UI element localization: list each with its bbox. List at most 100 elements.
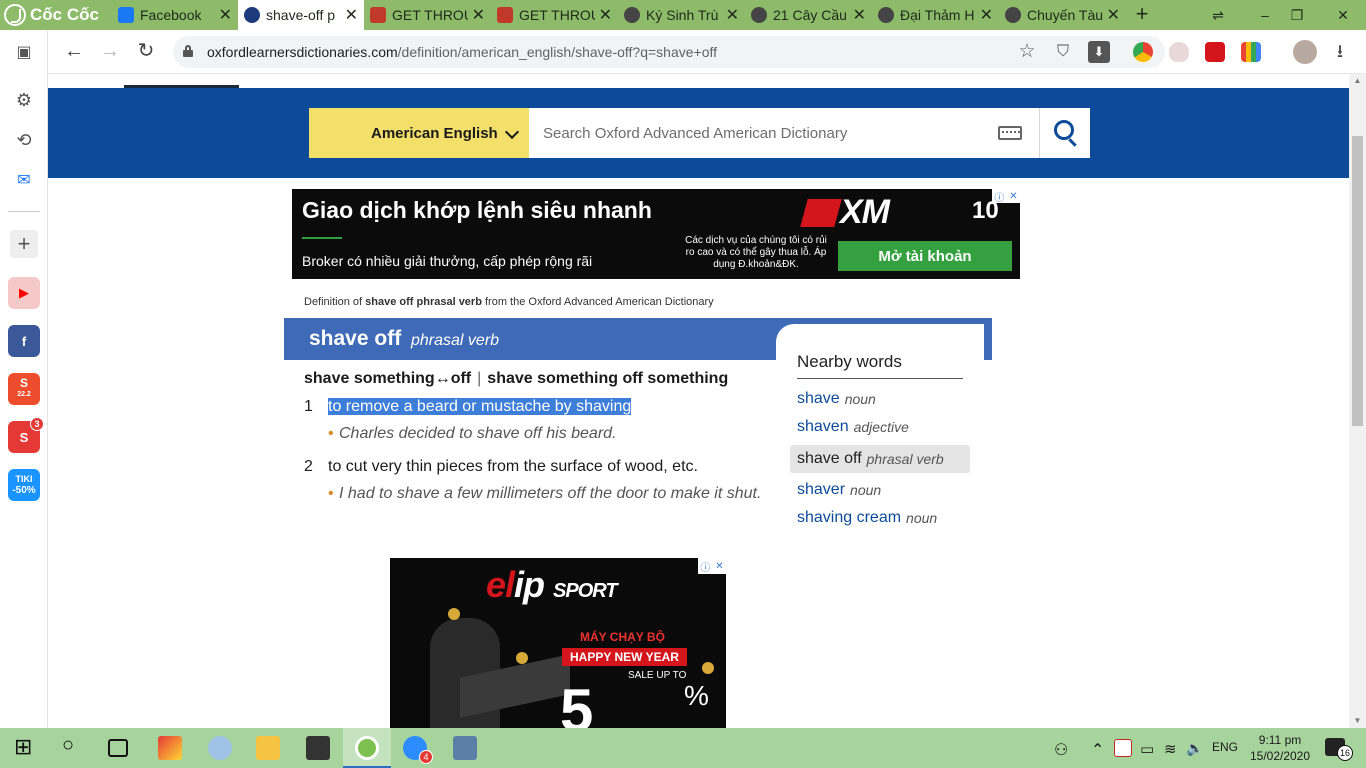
close-icon[interactable]: ✕ [219,5,232,25]
nearby-word-current[interactable]: shave off phrasal verb [790,445,970,473]
reload-button[interactable]: ↻ [134,40,158,64]
paint-icon[interactable] [208,736,232,760]
add-icon[interactable]: + [10,230,38,258]
restore-button[interactable]: ❐ [1282,4,1312,26]
tab-facebook[interactable]: Facebook ✕ [112,0,238,30]
avatar[interactable] [1293,40,1317,64]
scroll-down-icon[interactable]: ▼ [1349,714,1366,728]
facebook-app-icon[interactable]: f [8,325,40,357]
back-button[interactable]: ← [62,40,86,64]
close-icon[interactable]: ✕ [345,5,358,25]
people-icon[interactable]: ⚇ [1054,740,1068,760]
language-indicator[interactable]: ENG [1212,740,1238,754]
scroll-thumb[interactable] [1352,136,1363,426]
close-icon[interactable]: ✕ [853,5,866,25]
search-button[interactable] [1039,108,1090,158]
headword: shave off [309,327,402,350]
star-icon[interactable]: ☆ [1016,41,1038,63]
tab-ky-sinh-trung[interactable]: Ký Sinh Trù ✕ [618,0,745,30]
flower-decoration [516,652,528,664]
unikey-icon[interactable] [1114,739,1132,757]
close-icon[interactable]: ✕ [1009,191,1017,202]
chevron-up-icon[interactable]: ⌃ [1091,740,1104,760]
color-extension-icon[interactable] [1241,42,1261,62]
page-scrollbar[interactable]: ▲ ▼ [1349,74,1366,728]
tab-shave-off[interactable]: shave-off p ✕ [238,0,364,30]
nearby-divider [797,378,963,379]
nearby-word-link[interactable]: shave noun [790,385,970,413]
clock[interactable]: 9:11 pm 15/02/2020 [1240,732,1320,764]
tab-strip: Cốc Cốc Facebook ✕ shave-off p ✕ GET THR… [0,0,1366,30]
wifi-icon[interactable]: ≋ [1164,740,1177,758]
info-icon[interactable]: ⓘ [700,559,710,574]
close-window-button[interactable]: ✕ [1328,4,1358,26]
sendo-app-icon[interactable]: S 3 [8,417,44,453]
close-icon[interactable]: ✕ [980,5,993,25]
coccoc-taskbar-icon[interactable] [355,736,379,760]
nearby-word-link[interactable]: shaven adjective [790,413,970,441]
ad-cta-button[interactable]: Mở tài khoản [838,241,1012,271]
volume-icon[interactable]: 🔈 [1186,740,1203,757]
battery-icon[interactable]: ▭ [1140,740,1154,758]
extension-red-icon[interactable] [1205,42,1225,62]
tab-get-through-2[interactable]: GET THROU ✕ [491,0,618,30]
file-explorer-icon[interactable] [256,736,280,760]
dictionary-select[interactable]: American English [309,108,529,158]
notification-center-icon[interactable]: 16 [1325,738,1353,761]
windows-start-icon[interactable]: ⊞ [14,734,32,760]
shield-icon[interactable]: ⛉ [1052,41,1074,63]
shopee-glyph: S [19,376,28,390]
new-tab-button[interactable]: + [1130,3,1154,27]
tab-title: Đại Thảm H [900,7,975,23]
tab-get-through-1[interactable]: GET THROU ✕ [364,0,491,30]
search-icon[interactable]: ○ [62,734,74,757]
windows-taskbar: ⊞ ○ 4 ⚇ ⌃ ▭ ≋ 🔈 ENG 9:11 pm 15/02/2020 1… [0,728,1366,768]
tab-21-cay-cau[interactable]: 21 Cây Cầu ✕ [745,0,872,30]
keyboard-icon[interactable] [998,126,1022,140]
tab-chuyen-tau[interactable]: Chuyến Tàu ✕ [999,0,1126,30]
youtube-app-icon[interactable]: ▶ [8,277,40,309]
web-favicon-icon [878,7,894,23]
panel-icon[interactable]: ▣ [10,38,38,66]
scroll-up-icon[interactable]: ▲ [1349,74,1366,88]
close-icon[interactable]: ✕ [715,561,723,572]
nearby-word-link[interactable]: shaving cream noun [790,504,970,532]
app-icon[interactable] [453,736,477,760]
app-icon[interactable] [158,736,182,760]
browser-logo[interactable]: Cốc Cốc [4,2,110,28]
minimize-button[interactable]: – [1250,4,1280,26]
shopee-app-icon[interactable]: S 22.2 [8,373,40,405]
tab-dai-tham-hoa[interactable]: Đại Thảm H ✕ [872,0,999,30]
ad-banner-top[interactable]: Giao dịch khớp lệnh siêu nhanh Broker có… [292,189,1020,279]
cast-icon[interactable]: ⇌ [1203,4,1233,26]
chrome-extension-icon[interactable] [1133,42,1153,62]
close-icon[interactable]: ✕ [472,5,485,25]
close-icon[interactable]: ✕ [726,5,739,25]
lock-icon[interactable] [183,45,193,57]
download-page-icon[interactable]: ⬇ [1088,41,1110,63]
sticky-notes-icon[interactable] [306,736,330,760]
ad-banner-bottom[interactable]: elip SPORT MÁY CHẠY BỘ HAPPY NEW YEAR SA… [390,558,726,728]
ad-choices[interactable]: ⓘ ✕ [992,189,1020,204]
close-icon[interactable]: ✕ [1107,5,1120,25]
search-input[interactable] [529,108,1039,158]
forward-button[interactable]: → [98,40,122,64]
messenger-icon[interactable]: ✉ [10,166,38,194]
close-icon[interactable]: ✕ [599,5,612,25]
task-view-icon[interactable] [108,739,128,757]
url-text[interactable]: oxfordlearnersdictionaries.com/definitio… [207,44,717,60]
sense-definition[interactable]: to remove a beard or mustache by shaving [328,398,632,415]
history-icon[interactable]: ⟲ [10,126,38,154]
search-icon [1054,120,1074,140]
nearby-word-link[interactable]: shaver noun [790,476,970,504]
downloads-icon[interactable]: ⭳ [1328,40,1352,64]
ad-product: MÁY CHẠY BỘ [580,630,665,644]
adblock-icon[interactable] [1169,42,1189,62]
zalo-icon[interactable]: 4 [403,736,433,764]
tiki-app-icon[interactable]: TIKI -50% [8,469,40,501]
info-icon[interactable]: ⓘ [994,189,1004,204]
ad-choices[interactable]: ⓘ ✕ [698,558,726,574]
gear-icon[interactable]: ⚙ [10,86,38,114]
definition-source: Definition of shave off phrasal verb fro… [304,296,714,308]
address-bar[interactable]: oxfordlearnersdictionaries.com/definitio… [173,36,1165,68]
